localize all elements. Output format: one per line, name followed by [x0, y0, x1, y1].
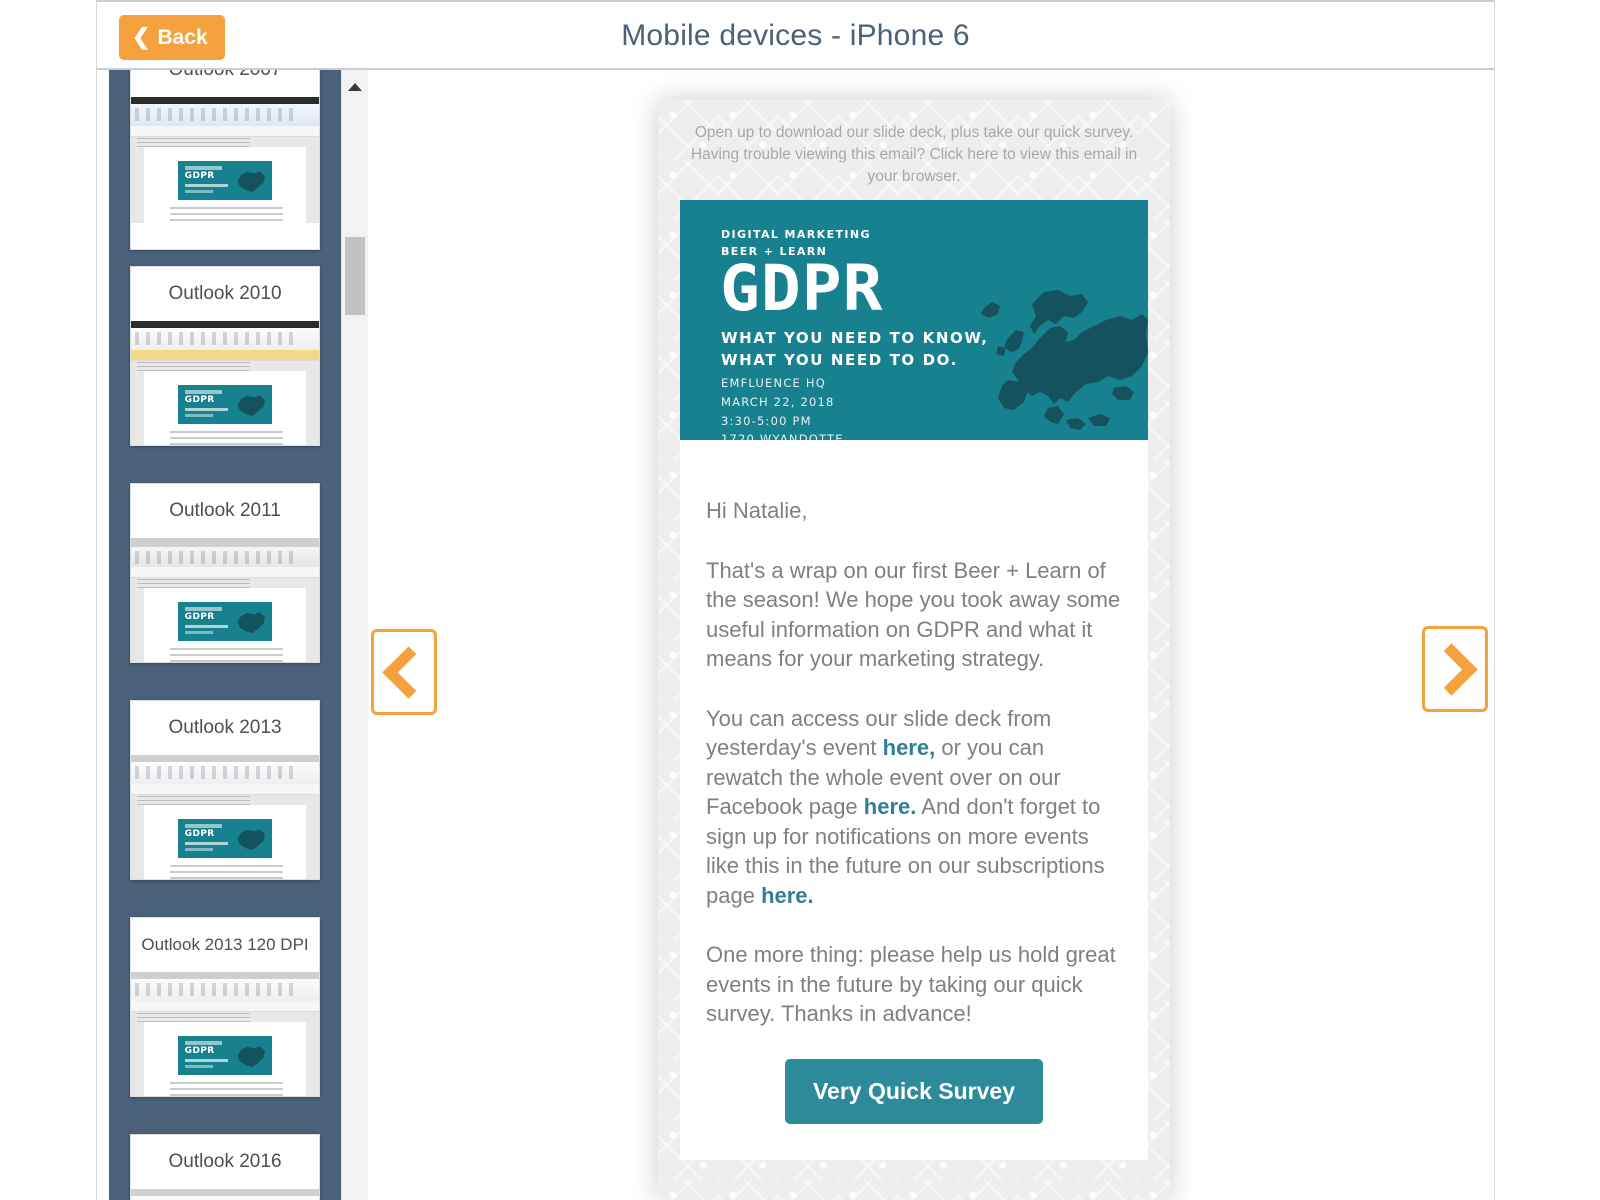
app-addressbar	[131, 1001, 319, 1012]
email-paragraph-3: One more thing: please help us hold grea…	[706, 942, 1116, 1027]
chevron-left-icon: ❮	[132, 23, 151, 49]
very-quick-survey-button[interactable]: Very Quick Survey	[784, 1058, 1043, 1124]
thumbnail-preview: GDPR	[131, 97, 319, 223]
window-titlebar	[131, 97, 319, 104]
client-thumbnail-sidebar[interactable]: Outlook 2007 GDPR	[109, 70, 341, 1200]
mini-gdpr-banner: GDPR	[178, 161, 272, 200]
back-button-label: Back	[157, 25, 208, 49]
message-header-lines	[137, 1013, 250, 1022]
thumbnail-label: Outlook 2007	[131, 70, 319, 97]
sidebar-item-outlook-2013[interactable]: Outlook 2013 GDPR	[130, 700, 320, 880]
email-content-card: DIGITAL MARKETING BEER + LEARN GDPR WHAT…	[680, 200, 1148, 1161]
mini-gdpr-banner: GDPR	[178, 602, 272, 641]
sidebar-item-outlook-2010[interactable]: Outlook 2010 GDPR	[130, 266, 320, 446]
chevron-left-icon	[381, 645, 435, 699]
mini-body-text	[170, 648, 284, 662]
sidebar-item-outlook-2013-120dpi[interactable]: Outlook 2013 120 DPI GDPR	[130, 917, 320, 1097]
subscriptions-page-link[interactable]: here.	[761, 883, 814, 908]
app-ribbon	[131, 1196, 319, 1200]
chevron-right-icon	[1424, 642, 1478, 696]
email-paragraph-1: That's a wrap on our first Beer + Learn …	[706, 557, 1121, 672]
mini-body-text	[170, 1082, 284, 1096]
thumbnail-label: Outlook 2013	[131, 701, 319, 755]
europe-map-icon	[981, 290, 1148, 431]
previous-device-button[interactable]	[371, 629, 437, 715]
thumbnail-label: Outlook 2013 120 DPI	[131, 918, 319, 972]
europe-map-icon	[237, 171, 265, 193]
thumbnail-preview: GDPR	[131, 321, 319, 445]
email-preview-frame: Open up to download our slide deck, plus…	[658, 100, 1170, 1200]
thumbnail-label: Outlook 2016	[131, 1135, 319, 1189]
message-header-lines	[137, 796, 250, 805]
email-render: GDPR	[144, 371, 306, 445]
email-hero-banner: DIGITAL MARKETING BEER + LEARN GDPR WHAT…	[680, 200, 1148, 441]
app-addressbar	[131, 784, 319, 795]
window-titlebar	[131, 321, 319, 328]
sidebar-item-outlook-2016[interactable]: Outlook 2016	[130, 1134, 320, 1200]
app-addressbar	[131, 126, 319, 137]
window-titlebar	[131, 538, 319, 547]
mini-gdpr-banner: GDPR	[178, 1036, 272, 1075]
app-ribbon	[131, 104, 319, 127]
thumbnail-preview: GDPR	[131, 755, 319, 879]
email-render: GDPR	[144, 1022, 306, 1096]
app-root: Mobile devices - iPhone 6 ❮ Back Outlook…	[0, 0, 1600, 1200]
banner-title: GDPR	[720, 252, 884, 326]
mini-body-text	[170, 431, 284, 445]
message-header-lines	[137, 138, 250, 147]
email-greeting: Hi Natalie,	[706, 498, 808, 524]
europe-map-icon	[237, 1046, 265, 1068]
cta-container: Very Quick Survey	[706, 1055, 1122, 1124]
app-addressbar	[131, 567, 319, 578]
email-render: GDPR	[144, 588, 306, 662]
sidebar-item-outlook-2007[interactable]: Outlook 2007 GDPR	[130, 70, 320, 250]
top-bar: Mobile devices - iPhone 6 ❮ Back	[97, 0, 1494, 70]
sidebar-item-outlook-2011[interactable]: Outlook 2011 GDPR	[130, 483, 320, 663]
email-paragraph-2: You can access our slide deck from yeste…	[706, 704, 1122, 910]
email-render: GDPR	[144, 147, 306, 223]
thumbnail-label: Outlook 2010	[131, 267, 319, 321]
email-preheader: Open up to download our slide deck, plus…	[690, 124, 1138, 186]
thumbnail-label: Outlook 2011	[131, 484, 319, 538]
scrollbar-thumb[interactable]	[345, 237, 365, 315]
email-body: Hi Natalie, That's a wrap on our first B…	[680, 440, 1148, 1157]
mini-gdpr-banner: GDPR	[178, 819, 272, 858]
thumbnail-preview	[131, 1189, 319, 1200]
europe-map-icon	[237, 612, 265, 634]
banner-detail-time: 3:30-5:00 PM	[721, 413, 812, 428]
triangle-up-icon	[348, 83, 362, 91]
banner-detail-venue: EMFLUENCE HQ	[721, 376, 826, 391]
slide-deck-link[interactable]: here,	[883, 735, 936, 760]
banner-event-details: EMFLUENCE HQ MARCH 22, 2018 3:30-5:00 PM…	[721, 374, 844, 440]
thumbnail-preview: GDPR	[131, 972, 319, 1096]
mini-body-text	[170, 865, 284, 879]
message-header-lines	[137, 579, 250, 588]
banner-eyebrow-line1: DIGITAL MARKETING	[721, 228, 871, 242]
thumbnail-preview: GDPR	[131, 538, 319, 662]
app-addressbar	[131, 350, 319, 361]
europe-map-icon	[237, 829, 265, 851]
content-area: Outlook 2007 GDPR	[97, 70, 1494, 1200]
sidebar-scrollbar[interactable]	[341, 70, 368, 1200]
email-render: GDPR	[144, 805, 306, 879]
banner-detail-address: 1720 WYANDOTTE	[721, 432, 844, 441]
message-header-lines	[137, 362, 250, 371]
mini-body-text	[170, 207, 284, 223]
mini-gdpr-banner: GDPR	[178, 385, 272, 424]
app-ribbon	[131, 762, 319, 785]
app-ribbon	[131, 328, 319, 351]
back-button[interactable]: ❮ Back	[119, 15, 225, 60]
banner-detail-date: MARCH 22, 2018	[721, 395, 835, 410]
next-device-button[interactable]	[1422, 626, 1488, 712]
app-ribbon	[131, 979, 319, 1002]
preview-page: Mobile devices - iPhone 6 ❮ Back Outlook…	[96, 0, 1495, 1200]
facebook-page-link[interactable]: here.	[864, 794, 917, 819]
europe-map-icon	[237, 395, 265, 417]
page-title: Mobile devices - iPhone 6	[621, 19, 970, 52]
scroll-up-button[interactable]	[342, 76, 368, 98]
